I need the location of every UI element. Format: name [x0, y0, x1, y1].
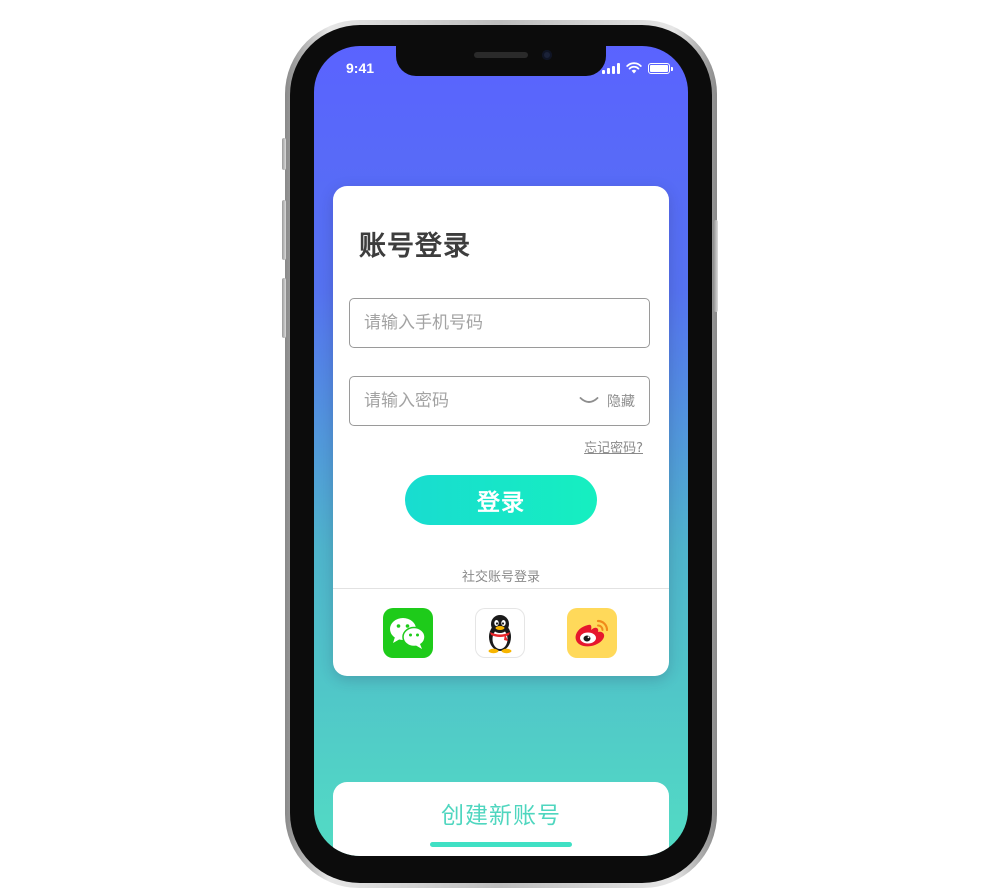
password-field[interactable]: 隐藏 — [349, 376, 650, 426]
mute-switch — [282, 138, 286, 170]
phone-input[interactable] — [362, 299, 632, 347]
forgot-password-link[interactable]: 忘记密码? — [584, 437, 643, 456]
social-login-label: 社交账号登录 — [461, 570, 540, 585]
create-account-label: 创建新账号 — [441, 803, 561, 829]
status-time: 9:41 — [346, 60, 375, 76]
login-button[interactable]: 登录 — [405, 475, 597, 525]
notch — [396, 46, 606, 76]
battery-icon — [648, 62, 673, 74]
phone-screen: 9:41 账号登录 隐藏 忘记 — [314, 46, 688, 856]
volume-up-button — [282, 200, 286, 260]
home-indicator[interactable] — [430, 842, 572, 847]
closed-eye-icon — [579, 397, 599, 403]
divider — [333, 588, 669, 589]
weibo-icon — [575, 619, 609, 647]
hide-label: 隐藏 — [607, 394, 635, 410]
weibo-login-button[interactable] — [567, 608, 617, 658]
page-title: 账号登录 — [359, 231, 471, 262]
cellular-signal-icon — [602, 62, 620, 74]
power-button — [714, 220, 718, 312]
wechat-login-button[interactable] — [383, 608, 433, 658]
password-input[interactable] — [362, 377, 562, 425]
hide-password-toggle[interactable]: 隐藏 — [579, 377, 635, 425]
status-icons — [602, 62, 673, 74]
login-card: 账号登录 隐藏 忘记密码? 登录 社交账号登录 — [333, 186, 669, 676]
wechat-icon — [390, 618, 426, 649]
qq-icon — [488, 615, 512, 654]
qq-login-button[interactable] — [475, 608, 525, 658]
front-camera — [542, 50, 552, 60]
wifi-icon — [626, 62, 642, 74]
phone-field[interactable] — [349, 298, 650, 348]
speaker-grill — [474, 52, 528, 58]
volume-down-button — [282, 278, 286, 338]
